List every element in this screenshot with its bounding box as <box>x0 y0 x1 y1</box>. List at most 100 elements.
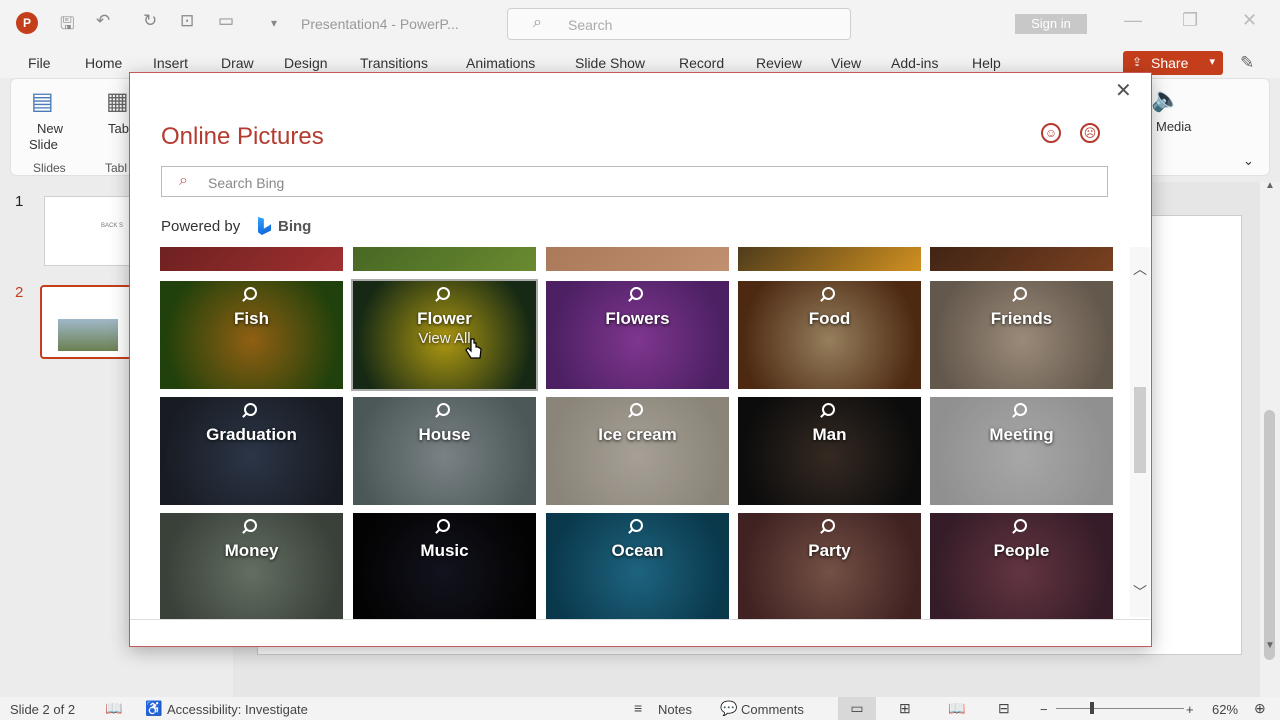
slide-thumbnail-1[interactable]: BACK S <box>44 196 136 266</box>
table-icon[interactable]: ▦ <box>106 87 129 116</box>
notes-icon[interactable]: ≡ <box>634 700 642 716</box>
category-tile-food[interactable]: Food <box>738 281 921 389</box>
slide-thumbnail-2[interactable] <box>40 285 136 359</box>
normal-view-icon[interactable]: ▭ <box>838 697 876 720</box>
category-tile-partial[interactable] <box>353 247 536 271</box>
category-tile-party[interactable]: Party <box>738 513 921 619</box>
frown-feedback-icon[interactable]: ☹ <box>1080 123 1100 143</box>
tab-view[interactable]: View <box>831 55 861 71</box>
comments-icon[interactable]: 💬 <box>720 700 737 717</box>
tab-file[interactable]: File <box>28 55 51 71</box>
category-tile-people[interactable]: People <box>930 513 1113 619</box>
close-icon[interactable]: ✕ <box>1115 78 1132 103</box>
view-all-link[interactable]: View All <box>353 330 536 347</box>
tab-transitions[interactable]: Transitions <box>360 55 428 71</box>
zoom-out-icon[interactable]: − <box>1040 702 1048 717</box>
category-tile-partial[interactable] <box>546 247 729 271</box>
comments-button[interactable]: Comments <box>741 702 804 717</box>
slide-scrollbar[interactable]: ▲ ▼ <box>1260 180 1280 697</box>
zoom-slider[interactable] <box>1056 702 1184 714</box>
dialog-scrollbar[interactable]: ︿ ﹀ <box>1130 247 1150 617</box>
search-icon <box>822 287 835 300</box>
tab-design[interactable]: Design <box>284 55 328 71</box>
bing-logo-icon <box>258 217 271 235</box>
restore-icon[interactable]: ❐ <box>1182 10 1198 31</box>
category-label: Man <box>812 425 847 444</box>
category-label: Fish <box>234 309 269 328</box>
category-tile-meeting[interactable]: Meeting <box>930 397 1113 505</box>
category-tile-money[interactable]: Money <box>160 513 343 619</box>
customize-quick-access-icon[interactable]: ▾ <box>271 16 277 30</box>
new-slide-label-2[interactable]: Slide <box>29 137 58 152</box>
undo-icon[interactable]: ↶ <box>96 11 110 31</box>
tab-draw[interactable]: Draw <box>221 55 254 71</box>
dialog-scrollbar-thumb[interactable] <box>1134 387 1146 473</box>
tab-insert[interactable]: Insert <box>153 55 188 71</box>
accessibility-status[interactable]: Accessibility: Investigate <box>167 702 308 717</box>
bing-label: Bing <box>278 218 312 235</box>
search-icon <box>630 519 643 532</box>
bing-search-input[interactable]: ⌕ Search Bing <box>161 166 1108 197</box>
tab-animations[interactable]: Animations <box>466 55 535 71</box>
category-tile-partial[interactable] <box>930 247 1113 271</box>
table-label[interactable]: Tab <box>108 121 129 136</box>
accessibility-icon[interactable]: ♿ <box>145 700 162 717</box>
dialog-title: Online Pictures <box>161 123 324 150</box>
comments-pane-icon[interactable]: ✎ <box>1240 53 1254 73</box>
collapse-ribbon-icon[interactable]: ⌄ <box>1243 153 1254 169</box>
audio-icon[interactable]: 🔈 <box>1151 85 1181 114</box>
tab-record[interactable]: Record <box>679 55 724 71</box>
scrollbar-thumb[interactable] <box>1264 410 1275 660</box>
category-tile-flowers[interactable]: Flowers <box>546 281 729 389</box>
search-icon <box>822 519 835 532</box>
scroll-up-icon[interactable]: ▲ <box>1265 180 1275 191</box>
new-slide-label-1[interactable]: New <box>37 121 63 136</box>
spellcheck-icon[interactable]: 📖 <box>105 700 122 717</box>
search-icon: ⌕ <box>179 172 188 189</box>
fit-slide-icon[interactable]: ⊕ <box>1254 700 1266 717</box>
tab-home[interactable]: Home <box>85 55 122 71</box>
category-tile-man[interactable]: Man <box>738 397 921 505</box>
close-window-icon[interactable]: ✕ <box>1242 10 1257 31</box>
category-tile-ocean[interactable]: Ocean <box>546 513 729 619</box>
category-tile-music[interactable]: Music <box>353 513 536 619</box>
slide-sorter-icon[interactable]: ⊞ <box>899 700 911 717</box>
category-tile-flower[interactable]: Flower View All <box>351 279 538 391</box>
category-tile-partial[interactable] <box>160 247 343 271</box>
category-tile-fish[interactable]: Fish <box>160 281 343 389</box>
search-icon <box>244 287 257 300</box>
zoom-slider-thumb[interactable] <box>1090 702 1094 714</box>
category-tile-friends[interactable]: Friends <box>930 281 1113 389</box>
zoom-in-icon[interactable]: + <box>1186 702 1194 717</box>
tab-review[interactable]: Review <box>756 55 802 71</box>
save-icon[interactable]: 🖫 <box>60 11 74 40</box>
reading-view-icon[interactable]: 📖 <box>948 700 965 717</box>
slide-layout-icon[interactable]: ▭ <box>218 11 234 31</box>
zoom-level[interactable]: 62% <box>1212 702 1238 717</box>
category-label: Money <box>224 541 279 560</box>
sign-in-button[interactable]: Sign in <box>1015 14 1087 34</box>
tab-help[interactable]: Help <box>972 55 1001 71</box>
category-tile-partial[interactable] <box>738 247 921 271</box>
media-label[interactable]: Media <box>1156 119 1191 134</box>
chevron-down-icon[interactable]: ﹀ <box>1133 582 1147 602</box>
smile-feedback-icon[interactable]: ☺ <box>1041 123 1061 143</box>
slide-show-icon[interactable]: ⊟ <box>998 700 1010 717</box>
powerpoint-logo-icon: P <box>16 12 38 34</box>
category-tile-ice-cream[interactable]: Ice cream <box>546 397 729 505</box>
search-icon <box>1014 287 1027 300</box>
minimize-icon[interactable]: — <box>1124 10 1142 31</box>
redo-icon[interactable]: ↻ <box>143 11 157 31</box>
chevron-up-icon[interactable]: ︿ <box>1133 259 1147 279</box>
new-slide-icon[interactable]: ▤ <box>31 87 54 116</box>
tab-add-ins[interactable]: Add-ins <box>891 55 938 71</box>
present-icon[interactable]: ⊡ <box>180 11 194 31</box>
category-tile-graduation[interactable]: Graduation <box>160 397 343 505</box>
search-icon <box>437 519 450 532</box>
notes-button[interactable]: Notes <box>658 702 692 717</box>
tab-slide-show[interactable]: Slide Show <box>575 55 645 71</box>
search-box[interactable]: ⌕ Search <box>507 8 851 40</box>
scroll-down-icon[interactable]: ▼ <box>1265 640 1275 651</box>
status-bar: Slide 2 of 2 📖 ♿ Accessibility: Investig… <box>0 697 1280 720</box>
category-tile-house[interactable]: House <box>353 397 536 505</box>
